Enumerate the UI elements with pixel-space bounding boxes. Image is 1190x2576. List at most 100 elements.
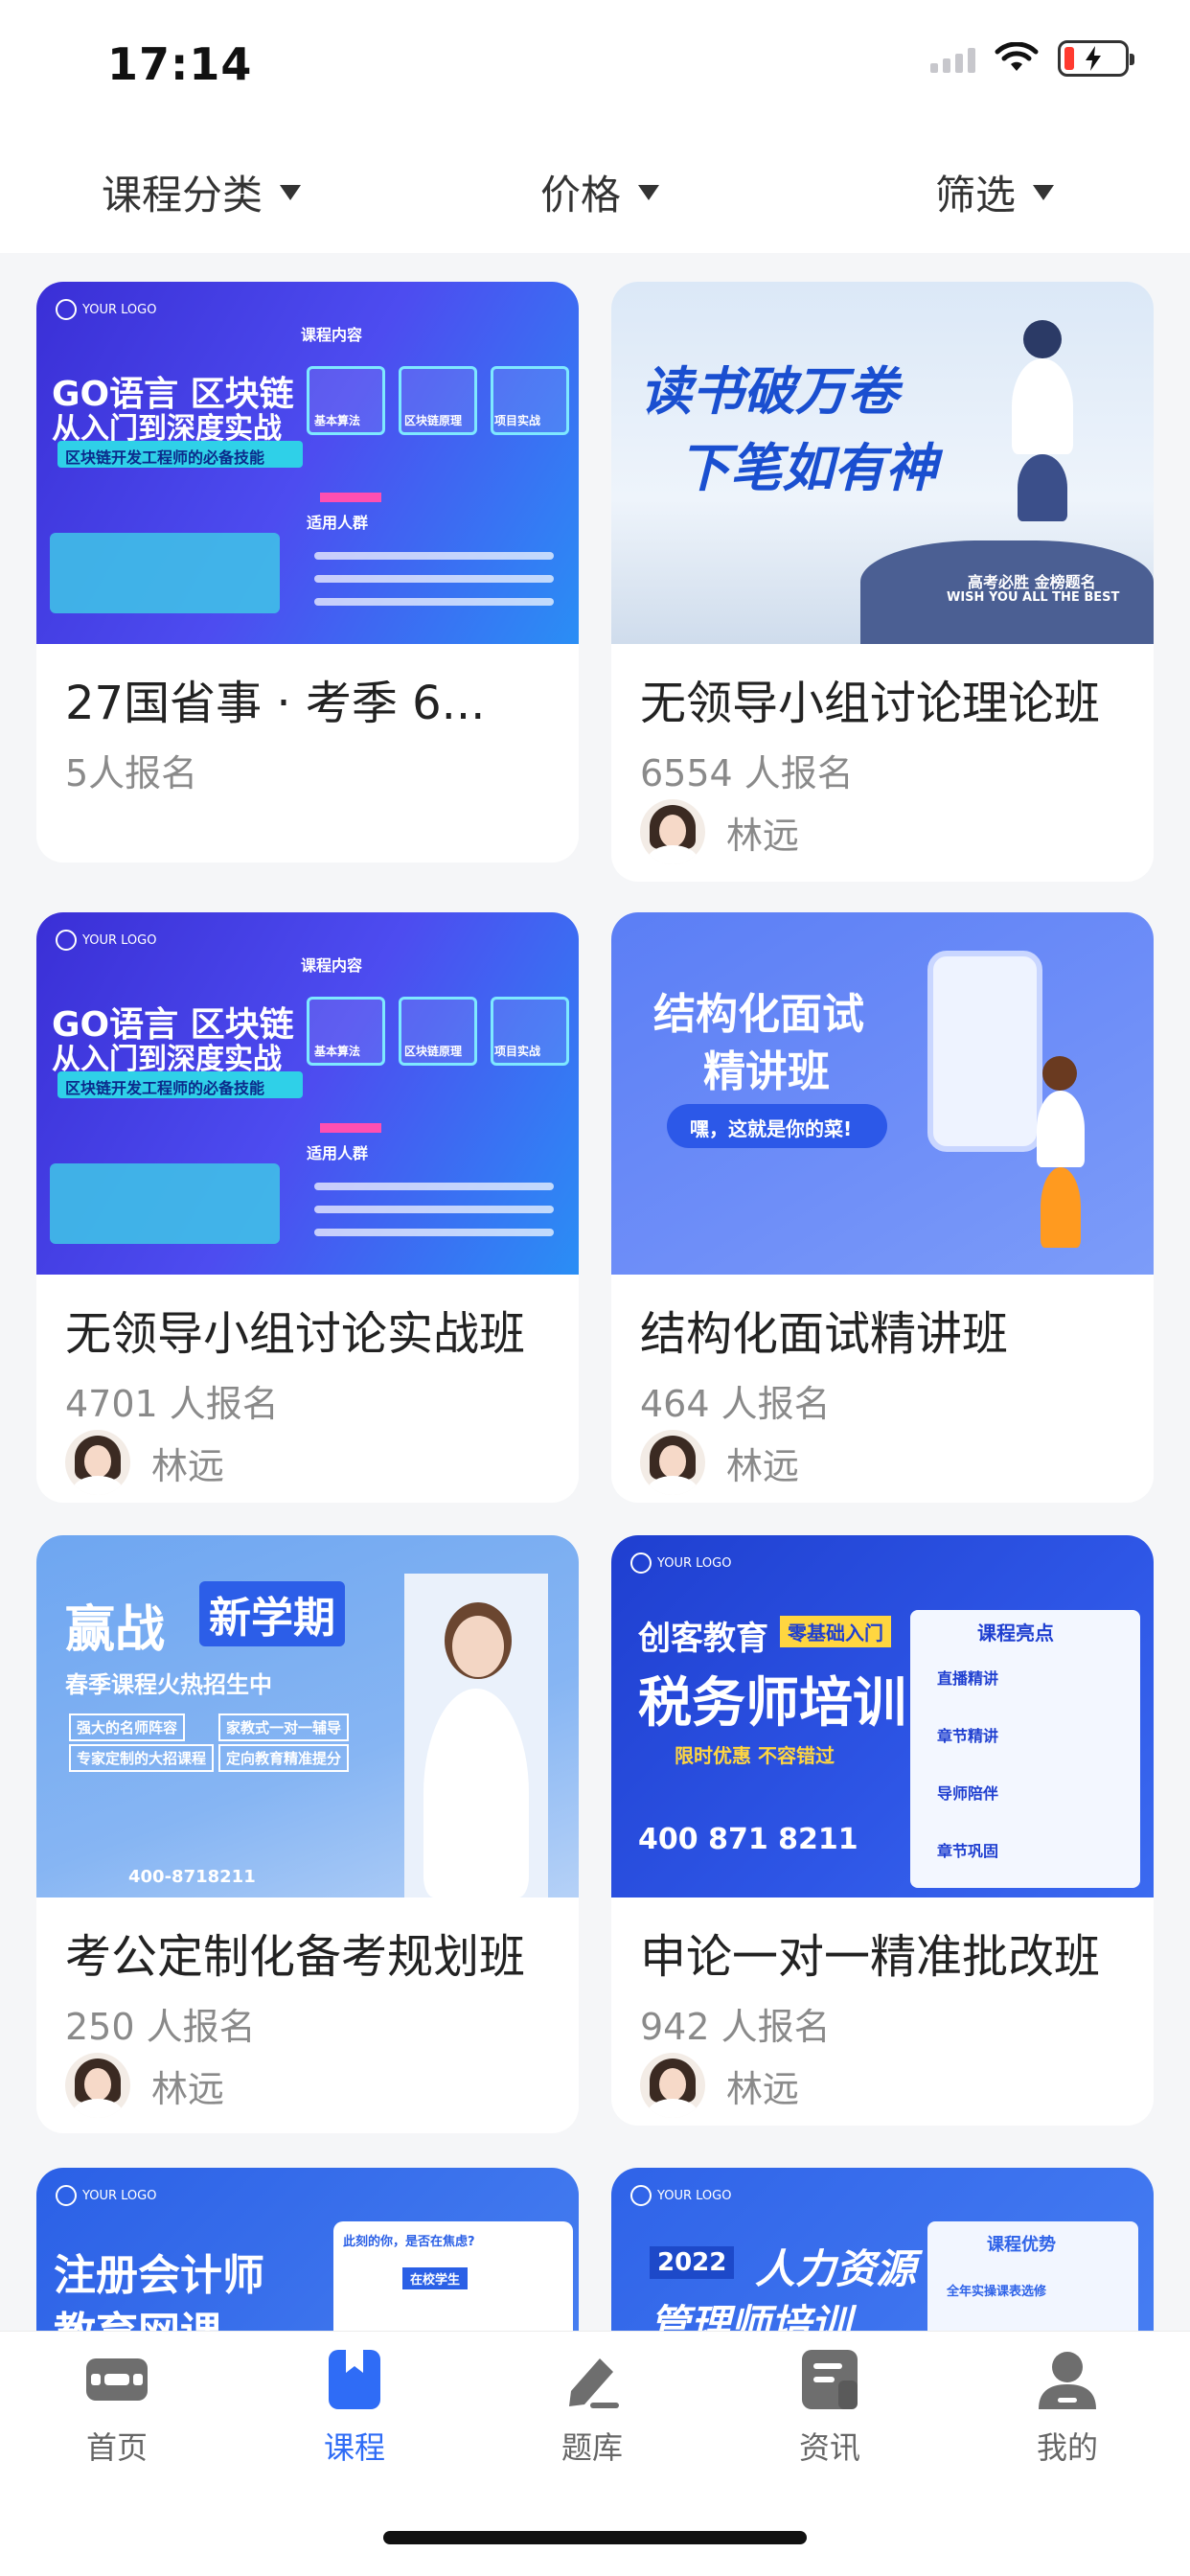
course-card[interactable]: YOUR LOGO GO语言 区块链 从入门到深度实战 区块链开发工程师的必备技… <box>36 282 579 862</box>
cover-highlight-2: 章节精讲 <box>937 1727 999 1745</box>
enrollment-count: 6554 人报名 <box>640 752 854 794</box>
course-title: 申论一对一精准批改班 <box>640 1930 1101 1984</box>
wifi-icon <box>995 42 1039 71</box>
cover-caption: 高考必胜 金榜题名 <box>968 573 1096 591</box>
filter-category-dropdown[interactable]: 课程分类 <box>102 163 302 221</box>
tab-profile[interactable]: 我的 <box>981 2345 1154 2468</box>
cover-tagline: 区块链开发工程师的必备技能 <box>65 1079 265 1097</box>
home-icon <box>82 2345 151 2414</box>
teacher-name: 林远 <box>726 1444 800 1487</box>
enrollment-count: 464 人报名 <box>640 1383 831 1425</box>
home-indicator[interactable] <box>383 2531 807 2544</box>
cover-feature-1: 基本算法 <box>314 414 361 427</box>
course-card[interactable]: YOUR LOGO GO语言 区块链 从入门到深度实战 区块链开发工程师的必备技… <box>36 912 579 1503</box>
cover-feature-2: 区块链原理 <box>404 1045 463 1058</box>
cover-accent-bar <box>320 493 381 502</box>
enrollment-count: 5人报名 <box>65 752 198 794</box>
filter-price-label: 价格 <box>540 172 622 218</box>
course-cover: 结构化面试 精讲班 嘿，这就是你的菜! <box>611 912 1154 1275</box>
cover-panel <box>50 533 280 613</box>
enrollment-count: 250 人报名 <box>65 2006 256 2048</box>
course-title: 无领导小组讨论理论班 <box>640 677 1101 730</box>
cover-highlight-1: 直播精讲 <box>937 1669 999 1688</box>
enrollment-count: 4701 人报名 <box>65 1383 279 1425</box>
cover-section-title: 课程内容 <box>301 956 363 975</box>
tab-question-bank-label: 题库 <box>561 2429 623 2466</box>
cover-headline: 人力资源 <box>755 2245 917 2292</box>
illustration-person <box>404 1574 548 1898</box>
teacher-avatar <box>65 2053 130 2118</box>
course-card[interactable]: 赢战 新学期 春季课程火热招生中 强大的名师阵容 家教式一对一辅导 专家定制的大… <box>36 1535 579 2133</box>
cover-tag: 在校学生 <box>402 2267 469 2289</box>
cover-point-2: 家教式一对一辅导 <box>218 1714 350 1741</box>
cover-subheadline: 春季课程火热招生中 <box>65 1671 272 1698</box>
cover-year: 2022 <box>650 2246 735 2279</box>
cover-panel <box>50 1163 280 1244</box>
course-cover: YOUR LOGO GO语言 区块链 从入门到深度实战 区块链开发工程师的必备技… <box>36 282 579 644</box>
course-card[interactable]: 结构化面试 精讲班 嘿，这就是你的菜! 结构化面试精讲班 464 人报名 林远 <box>611 912 1154 1503</box>
tab-question-bank[interactable]: 题库 <box>506 2345 678 2468</box>
cover-headline: 注册会计师 <box>54 2251 264 2300</box>
cover-badge: 新学期 <box>199 1581 345 1646</box>
teacher-avatar <box>640 799 705 864</box>
news-icon <box>795 2345 864 2414</box>
cover-phone: 400 871 8211 <box>638 1823 858 1856</box>
course-card[interactable]: YOUR LOGO 创客教育 零基础入门 税务师培训 限时优惠 不容错过 课程亮… <box>611 1535 1154 2126</box>
tab-course[interactable]: 课程 <box>268 2345 441 2468</box>
cover-feature-3: 项目实战 <box>494 1045 541 1058</box>
cover-offer: 限时优惠 不容错过 <box>675 1744 835 1767</box>
course-cover: 读书破万卷 下笔如有神 高考必胜 金榜题名 WISH YOU ALL THE B… <box>611 282 1154 644</box>
teacher-info: 林远 <box>640 1430 799 1495</box>
illustration-phone <box>927 951 1042 1152</box>
cover-highlight-3: 导师陪伴 <box>937 1784 999 1803</box>
cover-feature-1: 基本算法 <box>314 1045 361 1058</box>
teacher-name: 林远 <box>151 2067 225 2110</box>
teacher-info: 林远 <box>640 799 799 864</box>
course-card[interactable]: 读书破万卷 下笔如有神 高考必胜 金榜题名 WISH YOU ALL THE B… <box>611 282 1154 882</box>
course-title: 结构化面试精讲班 <box>640 1307 1009 1361</box>
cover-panel-item: 全年实操课表选修 <box>947 2285 1047 2299</box>
status-time: 17:14 <box>107 38 253 90</box>
tab-bar: 首页 课程 题库 资讯 我的 <box>0 2331 1190 2576</box>
course-cover: YOUR LOGO GO语言 区块链 从入门到深度实战 区块链开发工程师的必备技… <box>36 912 579 1275</box>
cover-badge: 零基础入门 <box>780 1616 891 1647</box>
course-title: 考公定制化备考规划班 <box>65 1930 526 1984</box>
logo-icon: YOUR LOGO <box>630 2185 731 2206</box>
tab-course-label: 课程 <box>323 2429 385 2466</box>
cover-question: 此刻的你，是否在焦虑? <box>343 2235 475 2249</box>
logo-icon: YOUR LOGO <box>56 2185 156 2206</box>
teacher-avatar <box>640 2053 705 2118</box>
filter-screen-dropdown[interactable]: 筛选 <box>935 163 1055 221</box>
cover-point-3: 专家定制的大招课程 <box>69 1744 215 1772</box>
cover-feature-3: 项目实战 <box>494 414 541 427</box>
cover-tagline: 区块链开发工程师的必备技能 <box>65 448 265 467</box>
teacher-avatar <box>640 1430 705 1495</box>
question-bank-icon <box>558 2345 627 2414</box>
cover-caption-en: WISH YOU ALL THE BEST <box>947 590 1120 605</box>
cover-point-4: 定向教育精准提分 <box>218 1744 350 1772</box>
illustration-person <box>1033 1056 1090 1248</box>
cover-headline: 读书破万卷 <box>640 361 899 422</box>
teacher-info: 林远 <box>65 2053 224 2118</box>
tab-home[interactable]: 首页 <box>31 2345 203 2468</box>
cover-highlight-4: 章节巩固 <box>937 1842 999 1860</box>
teacher-info: 林远 <box>65 1430 224 1495</box>
enrollment-count: 942 人报名 <box>640 2006 831 2048</box>
tab-news-label: 资讯 <box>798 2429 860 2466</box>
cover-subheadline: 精讲班 <box>703 1047 830 1096</box>
cellular-signal-icon <box>930 44 975 73</box>
cover-headline: 税务师培训 <box>638 1672 906 1735</box>
cover-section-title: 课程内容 <box>301 326 363 344</box>
teacher-avatar <box>65 1430 130 1495</box>
filter-price-dropdown[interactable]: 价格 <box>540 163 660 221</box>
tab-news[interactable]: 资讯 <box>744 2345 916 2468</box>
cover-feature-2: 区块链原理 <box>404 414 463 427</box>
teacher-name: 林远 <box>151 1444 225 1487</box>
cover-panel-title: 课程优势 <box>987 2235 1056 2255</box>
course-title: 无领导小组讨论实战班 <box>65 1307 526 1361</box>
cover-audience-title: 适用人群 <box>307 514 369 532</box>
teacher-name: 林远 <box>726 2067 800 2110</box>
cover-point-1: 强大的名师阵容 <box>69 1714 186 1741</box>
cover-highlights-title: 课程亮点 <box>977 1622 1054 1644</box>
caret-down-icon <box>280 184 302 200</box>
